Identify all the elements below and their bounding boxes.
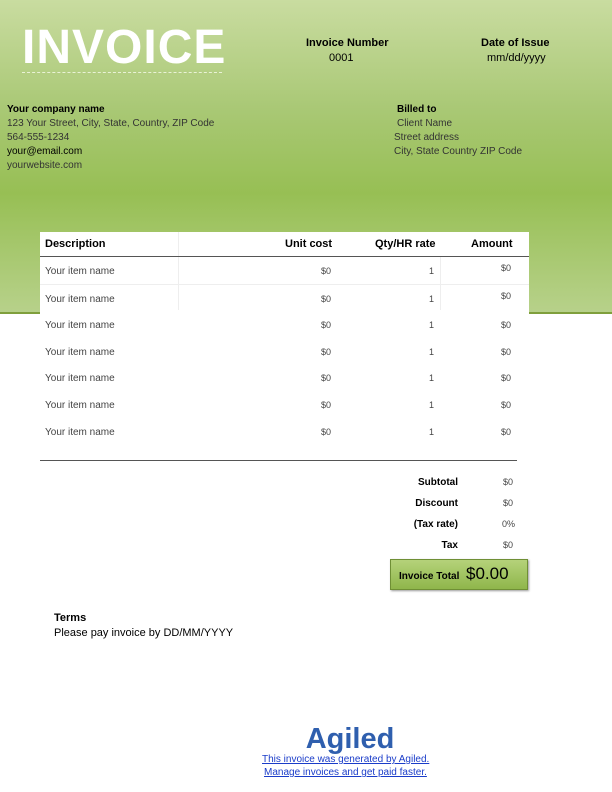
billed-to: Billed to Client Name Street address Cit… (394, 103, 522, 159)
company-email: your@email.com (7, 146, 83, 157)
header-qty: Qty/HR rate (375, 238, 436, 250)
invoice-total-value: $0.00 (466, 564, 509, 583)
item-unit-cost: $0 (321, 293, 332, 304)
tax-rate-label: (Tax rate) (413, 519, 458, 530)
date-of-issue-value: mm/dd/yyyy (487, 52, 546, 64)
table-header: Description Unit cost Qty/HR rate Amount (40, 232, 529, 257)
item-unit-cost: $0 (321, 320, 332, 331)
company-address: 123 Your Street, City, State, Country, Z… (7, 118, 215, 129)
client-name: Client Name (397, 118, 453, 129)
company-info: Your company name 123 Your Street, City,… (7, 103, 214, 173)
tax-label: Tax (441, 540, 459, 551)
terms-label: Terms (54, 612, 87, 624)
item-description: Your item name (45, 266, 115, 277)
table-row: Your item name $0 1 $0 (40, 418, 529, 445)
tax-value: $0 (503, 540, 514, 550)
terms-text: Please pay invoice by DD/MM/YYYY (54, 627, 234, 639)
item-amount: $0 (501, 290, 512, 301)
table-row: Your item name $0 1 $0 (40, 257, 529, 285)
invoice-total-label: Invoice Total (399, 571, 460, 582)
table-bottom-line (40, 460, 517, 461)
invoice-total-box: Invoice Total $0.00 (390, 559, 528, 590)
item-amount: $0 (501, 263, 512, 273)
table-row: Your item name $0 1 $0 (40, 391, 529, 418)
item-qty: 1 (429, 426, 435, 437)
header-amount: Amount (471, 238, 513, 250)
date-of-issue-label: Date of Issue (481, 37, 550, 49)
title-underline (22, 72, 222, 73)
client-street: Street address (394, 132, 460, 143)
item-amount: $0 (501, 320, 512, 331)
company-name: Your company name (7, 104, 105, 115)
item-unit-cost: $0 (321, 266, 332, 276)
tax-rate-row: (Tax rate) 0% (0, 519, 612, 533)
items-table: Description Unit cost Qty/HR rate Amount… (40, 232, 529, 445)
svg-text:Agiled: Agiled (306, 723, 395, 754)
item-amount: $0 (501, 346, 512, 357)
tax-row: Tax $0 (0, 540, 612, 554)
item-qty: 1 (429, 373, 435, 384)
item-description: Your item name (45, 373, 115, 385)
subtotal-value: $0 (503, 477, 514, 487)
item-description: Your item name (45, 346, 115, 358)
table-row: Your item name $0 1 $0 (40, 311, 529, 338)
invoice-title: INVOICE (22, 21, 227, 74)
item-amount: $0 (501, 399, 512, 410)
item-qty: 1 (429, 293, 435, 304)
discount-value: $0 (503, 498, 514, 508)
item-description: Your item name (45, 293, 115, 305)
subtotal-row: Subtotal $0 (0, 477, 612, 491)
table-row: Your item name $0 1 $0 (40, 285, 529, 312)
item-description: Your item name (45, 320, 115, 332)
item-qty: 1 (429, 320, 435, 331)
item-qty: 1 (429, 266, 435, 276)
item-unit-cost: $0 (321, 426, 332, 437)
header-description: Description (45, 238, 106, 250)
billed-to-label: Billed to (397, 104, 437, 115)
subtotal-label: Subtotal (418, 477, 458, 488)
discount-label: Discount (415, 498, 458, 509)
item-qty: 1 (429, 399, 435, 410)
item-amount: $0 (501, 426, 512, 437)
item-qty: 1 (429, 346, 435, 357)
agiled-logo-graphic: Agiled (306, 723, 395, 755)
header-unit-cost: Unit cost (285, 238, 333, 250)
table-row: Your item name $0 1 $0 (40, 364, 529, 391)
invoice-number-label: Invoice Number (306, 37, 389, 49)
discount-row: Discount $0 (0, 498, 612, 512)
company-phone: 564-555-1234 (7, 132, 70, 143)
item-amount: $0 (501, 373, 512, 384)
tax-rate-value: 0% (502, 519, 516, 529)
client-city: City, State Country ZIP Code (394, 146, 523, 157)
item-unit-cost: $0 (321, 346, 332, 357)
company-website: yourwebsite.com (7, 160, 83, 171)
footer-link-manage[interactable]: Manage invoices and get paid faster. (264, 767, 427, 778)
item-unit-cost: $0 (321, 373, 332, 384)
table-row: Your item name $0 1 $0 (40, 338, 529, 365)
footer-link-generated[interactable]: This invoice was generated by Agiled. (262, 754, 429, 765)
item-unit-cost: $0 (321, 399, 332, 410)
item-description: Your item name (45, 399, 115, 411)
item-description: Your item name (45, 426, 115, 438)
terms-section: Terms Please pay invoice by DD/MM/YYYY (54, 611, 233, 641)
invoice-number-value: 0001 (329, 52, 354, 64)
